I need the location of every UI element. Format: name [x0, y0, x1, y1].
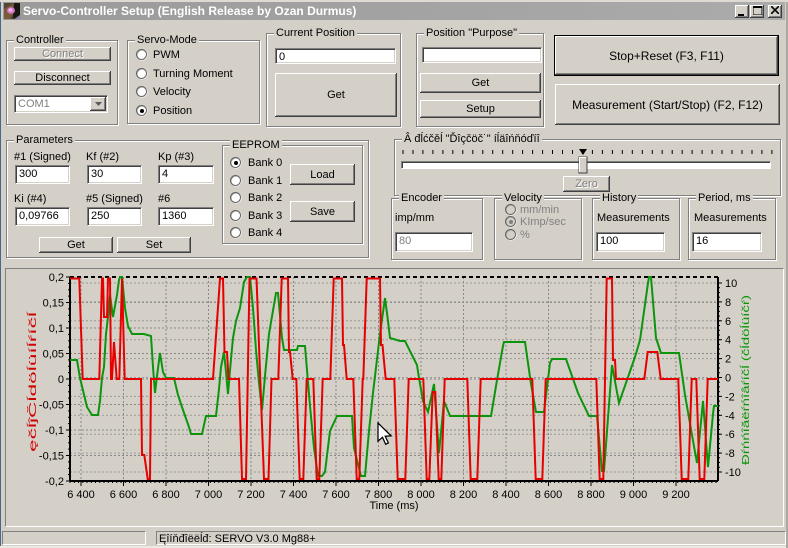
svg-text:8 600: 8 600 [535, 489, 563, 501]
svg-text:7 400: 7 400 [280, 489, 308, 501]
svg-text:8 800: 8 800 [577, 489, 605, 501]
svg-text:Đŕńńîăëŕńîâŕíčĺ (čĺdöĺüíčŕ): Đŕńńîăëŕńîâŕíčĺ (čĺdöĺüíčŕ) [739, 295, 752, 465]
svg-text:0,1: 0,1 [49, 323, 64, 335]
svg-text:-0,05: -0,05 [39, 400, 64, 412]
svg-text:-0,15: -0,15 [39, 451, 64, 463]
svg-text:-4: -4 [725, 410, 735, 422]
svg-text:6 600: 6 600 [110, 489, 138, 501]
svg-text:0,2: 0,2 [49, 272, 64, 284]
svg-text:0: 0 [725, 373, 731, 385]
svg-text:ęčĺĵČĺdöĺüíĺŕíčĺ: ęčĺĵČĺdöĺüíĺŕíčĺ [26, 310, 39, 452]
svg-text:0: 0 [58, 374, 64, 386]
svg-text:6 400: 6 400 [67, 489, 95, 501]
svg-text:-8: -8 [725, 448, 735, 460]
svg-text:9 200: 9 200 [662, 489, 690, 501]
svg-text:8 400: 8 400 [492, 489, 520, 501]
svg-text:2: 2 [725, 354, 731, 366]
svg-text:8 200: 8 200 [450, 489, 478, 501]
svg-text:Time (ms): Time (ms) [369, 500, 418, 512]
svg-text:-0,2: -0,2 [45, 476, 64, 488]
svg-text:7 200: 7 200 [237, 489, 265, 501]
svg-text:4: 4 [725, 335, 731, 347]
svg-text:8: 8 [725, 297, 731, 309]
svg-text:-2: -2 [725, 391, 735, 403]
svg-text:0,15: 0,15 [43, 298, 64, 310]
svg-text:7 600: 7 600 [322, 489, 350, 501]
svg-text:10: 10 [725, 278, 737, 290]
svg-text:-0,1: -0,1 [45, 425, 64, 437]
svg-text:0,05: 0,05 [43, 349, 64, 361]
svg-text:6: 6 [725, 316, 731, 328]
svg-text:-10: -10 [725, 467, 741, 479]
svg-text:-6: -6 [725, 429, 735, 441]
svg-text:9 000: 9 000 [620, 489, 648, 501]
svg-text:7 000: 7 000 [195, 489, 223, 501]
svg-text:6 800: 6 800 [152, 489, 180, 501]
